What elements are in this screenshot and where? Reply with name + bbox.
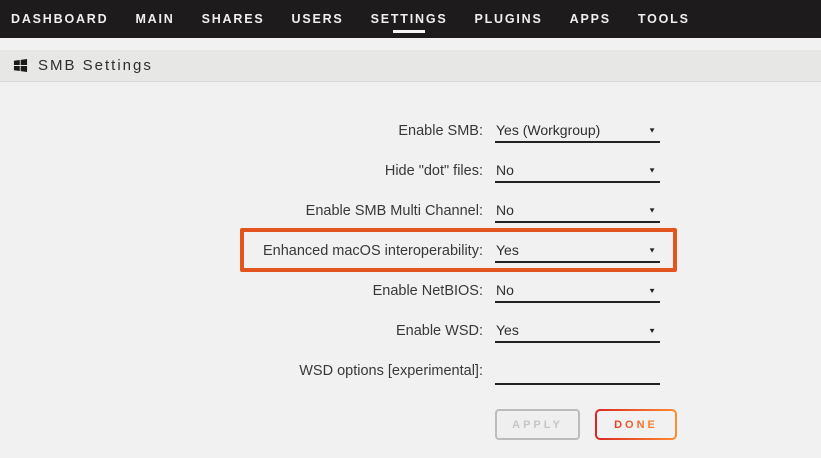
- nav-item-apps[interactable]: APPS: [570, 0, 611, 38]
- nav-item-users[interactable]: USERS: [292, 0, 344, 38]
- macos-interoperability-select[interactable]: Yes ▼: [495, 239, 660, 263]
- apply-button[interactable]: APPLY: [495, 409, 580, 440]
- top-navbar: DASHBOARD MAIN SHARES USERS SETTINGS PLU…: [0, 0, 821, 38]
- hide-dot-files-label: Hide "dot" files:: [0, 151, 483, 191]
- row-macos-interoperability: Enhanced macOS interoperability: Yes ▼: [0, 231, 821, 271]
- enable-netbios-value: No: [495, 282, 514, 298]
- row-enable-netbios: Enable NetBIOS: No ▼: [0, 271, 821, 311]
- row-smb-multi-channel: Enable SMB Multi Channel: No ▼: [0, 191, 821, 231]
- chevron-down-icon: ▼: [648, 126, 660, 134]
- hide-dot-files-value: No: [495, 162, 514, 178]
- smb-multi-channel-label: Enable SMB Multi Channel:: [0, 191, 483, 231]
- chevron-down-icon: ▼: [648, 246, 660, 254]
- nav-item-plugins[interactable]: PLUGINS: [474, 0, 542, 38]
- chevron-down-icon: ▼: [648, 286, 660, 294]
- row-hide-dot-files: Hide "dot" files: No ▼: [0, 151, 821, 191]
- wsd-options-label: WSD options [experimental]:: [0, 351, 483, 391]
- chevron-down-icon: ▼: [648, 326, 660, 334]
- wsd-options-input[interactable]: [495, 355, 660, 385]
- enable-wsd-label: Enable WSD:: [0, 311, 483, 351]
- page-title: SMB Settings: [38, 57, 153, 74]
- smb-multi-channel-select[interactable]: No ▼: [495, 199, 660, 223]
- enable-netbios-label: Enable NetBIOS:: [0, 271, 483, 311]
- enable-wsd-select[interactable]: Yes ▼: [495, 319, 660, 343]
- enable-smb-label: Enable SMB:: [0, 111, 483, 151]
- row-wsd-options: WSD options [experimental]:: [0, 351, 821, 391]
- chevron-down-icon: ▼: [648, 206, 660, 214]
- nav-item-settings[interactable]: SETTINGS: [371, 0, 448, 38]
- smb-multi-channel-value: No: [495, 202, 514, 218]
- enable-netbios-select[interactable]: No ▼: [495, 279, 660, 303]
- form-actions: APPLY DONE: [495, 409, 677, 440]
- row-enable-wsd: Enable WSD: Yes ▼: [0, 311, 821, 351]
- enable-wsd-value: Yes: [495, 322, 519, 338]
- hide-dot-files-select[interactable]: No ▼: [495, 159, 660, 183]
- nav-item-shares[interactable]: SHARES: [202, 0, 265, 38]
- smb-settings-form: Enable SMB: Yes (Workgroup) ▼ Hide "dot"…: [0, 111, 821, 391]
- section-header: SMB Settings: [0, 50, 821, 82]
- macos-interoperability-label: Enhanced macOS interoperability:: [0, 231, 483, 271]
- macos-interoperability-value: Yes: [495, 242, 519, 258]
- nav-item-main[interactable]: MAIN: [135, 0, 174, 38]
- done-button[interactable]: DONE: [595, 409, 677, 440]
- enable-smb-select[interactable]: Yes (Workgroup) ▼: [495, 119, 660, 143]
- enable-smb-value: Yes (Workgroup): [495, 122, 600, 138]
- done-button-label: DONE: [614, 419, 658, 431]
- chevron-down-icon: ▼: [648, 166, 660, 174]
- windows-icon: [13, 58, 28, 73]
- smb-settings-page: DASHBOARD MAIN SHARES USERS SETTINGS PLU…: [0, 0, 821, 458]
- row-enable-smb: Enable SMB: Yes (Workgroup) ▼: [0, 111, 821, 151]
- nav-item-dashboard[interactable]: DASHBOARD: [11, 0, 108, 38]
- nav-item-tools[interactable]: TOOLS: [638, 0, 690, 38]
